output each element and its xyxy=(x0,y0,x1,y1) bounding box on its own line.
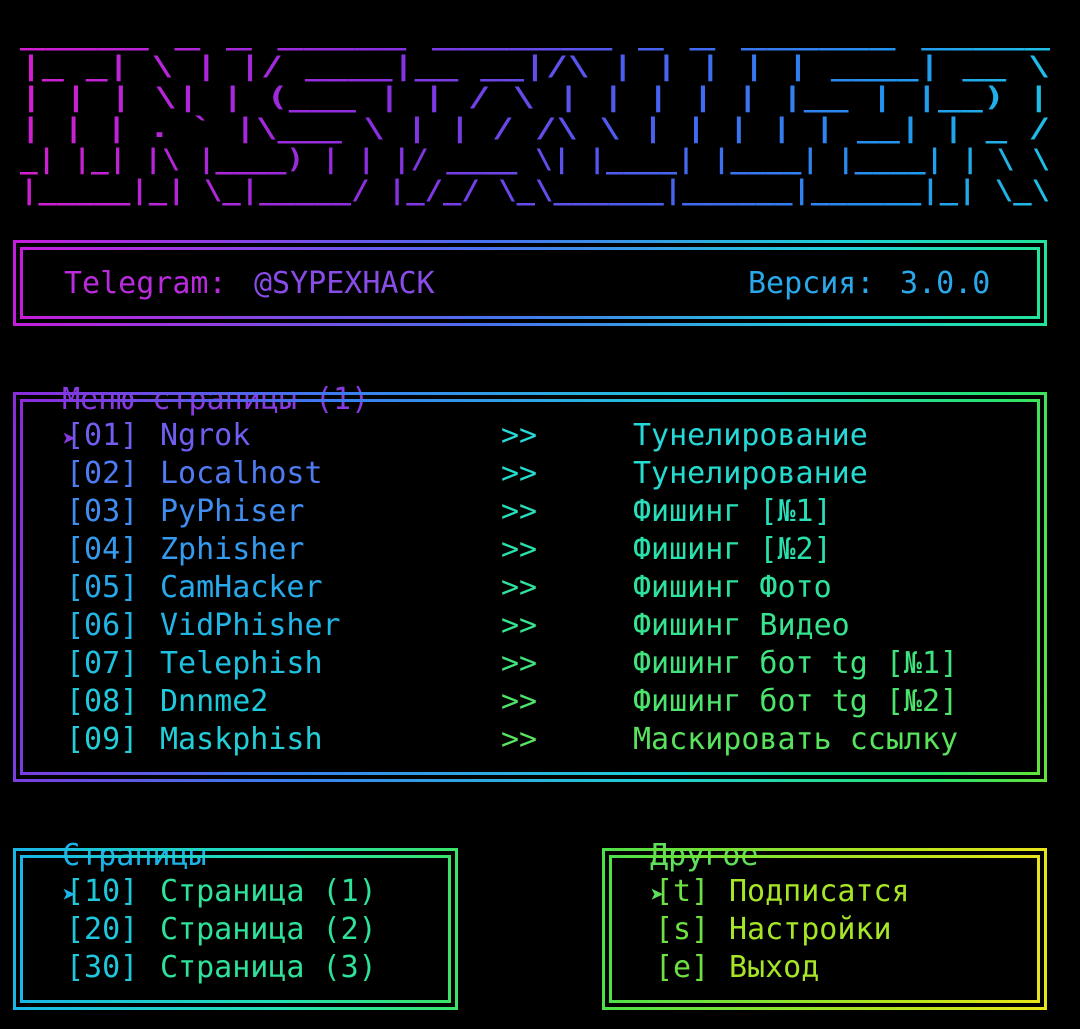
menu-item-name: Ngrok xyxy=(160,418,251,453)
menu-item-number: [05] xyxy=(66,570,139,605)
installer-banner-logo: _____ _ _ _____ _______ _ _ ______ _____… xyxy=(20,20,1051,206)
menu-item[interactable]: [07] Telephish >> Фишинг бот tg [№1] xyxy=(60,645,990,683)
menu-item-name: Maskphish xyxy=(160,722,323,757)
menu-item-number: [08] xyxy=(66,684,139,719)
other-item[interactable]: [t] Подписатся xyxy=(655,873,1015,911)
menu-item-description: Фишинг бот tg [№1] xyxy=(633,646,959,681)
page-item[interactable]: [30] Страница (3) xyxy=(66,949,426,987)
menu-item-separator: >> xyxy=(501,532,538,567)
menu-item-number: [06] xyxy=(66,608,139,643)
menu-item[interactable]: [05] CamHacker >> Фишинг Фото xyxy=(60,569,990,607)
menu-item-description: Фишинг [№2] xyxy=(633,532,832,567)
menu-item-description: Маскировать ссылку xyxy=(633,722,959,757)
other-item-label: Настройки xyxy=(729,912,892,947)
banner-line: | | | . ` |\___ \ | | / /\ \ | | | | | _… xyxy=(20,113,1050,144)
menu-item-separator: >> xyxy=(501,570,538,605)
menu-item-description: Фишинг Фото xyxy=(633,570,832,605)
menu-item[interactable]: [02] Localhost >> Тунелирование xyxy=(60,455,990,493)
menu-item-separator: >> xyxy=(501,608,538,643)
banner-line: _____ _ _ _____ _______ _ _ ______ _____ xyxy=(20,20,1051,51)
menu-item[interactable]: [09] Maskphish >> Маскировать ссылку xyxy=(60,721,990,759)
menu-item[interactable]: [03] PyPhiser >> Фишинг [№1] xyxy=(60,493,990,531)
other-item[interactable]: [e] Выход xyxy=(655,949,1015,987)
page-item-label: Страница (1) xyxy=(160,874,377,909)
page-item-number: [10] xyxy=(66,874,139,909)
menu-item-number: [04] xyxy=(66,532,139,567)
version-value: 3.0.0 xyxy=(900,266,991,301)
menu-item-description: Фишинг [№1] xyxy=(633,494,832,529)
version-label: Версия: xyxy=(748,266,875,301)
page-item[interactable]: [10] Страница (1) xyxy=(66,873,426,911)
menu-item-name: Telephish xyxy=(160,646,323,681)
other-item-key: [s] xyxy=(655,912,710,947)
menu-item-description: Фишинг бот tg [№2] xyxy=(633,684,959,719)
menu-item-name: Localhost xyxy=(160,456,323,491)
menu-item-separator: >> xyxy=(501,456,538,491)
other-item-key: [t] xyxy=(655,874,710,909)
menu-item-number: [02] xyxy=(66,456,139,491)
menu-item-number: [03] xyxy=(66,494,139,529)
menu-item-separator: >> xyxy=(501,684,538,719)
menu-item[interactable]: [08] Dnnme2 >> Фишинг бот tg [№2] xyxy=(60,683,990,721)
menu-item[interactable]: [01] Ngrok >> Тунелирование xyxy=(60,417,990,455)
page-item-label: Страница (3) xyxy=(160,950,377,985)
menu-item-name: Dnnme2 xyxy=(160,684,269,719)
telegram-label: Telegram: xyxy=(64,266,227,301)
menu-item-number: [09] xyxy=(66,722,139,757)
other-item-label: Подписатся xyxy=(729,874,910,909)
page-item-number: [30] xyxy=(66,950,139,985)
menu-item-separator: >> xyxy=(501,722,538,757)
banner-line: |_ _| \ | |/ ____|__ __|/\ | | | | | ___… xyxy=(20,51,1050,82)
menu-item-name: VidPhisher xyxy=(160,608,341,643)
menu-item-separator: >> xyxy=(501,646,538,681)
banner-line: |_____|_| \_|_____/ |_/_/ \_\______|____… xyxy=(20,175,1050,206)
banner-line: | | | \| | (___ | | / \ | | | | | |__ | … xyxy=(20,82,1050,113)
page-item[interactable]: [20] Страница (2) xyxy=(66,911,426,949)
menu-item-separator: >> xyxy=(501,418,538,453)
page-item-number: [20] xyxy=(66,912,139,947)
other-item[interactable]: [s] Настройки xyxy=(655,911,1015,949)
menu-item-name: PyPhiser xyxy=(160,494,305,529)
menu-item-name: CamHacker xyxy=(160,570,323,605)
menu-item-description: Фишинг Видео xyxy=(633,608,850,643)
menu-item-description: Тунелирование xyxy=(633,456,868,491)
menu-item-number: [07] xyxy=(66,646,139,681)
menu-item-number: [01] xyxy=(66,418,139,453)
menu-item-separator: >> xyxy=(501,494,538,529)
menu-item[interactable]: [06] VidPhisher >> Фишинг Видео xyxy=(60,607,990,645)
telegram-handle[interactable]: @SYPEXHACK xyxy=(254,265,435,303)
menu-item-description: Тунелирование xyxy=(633,418,868,453)
other-item-key: [e] xyxy=(655,950,710,985)
menu-item[interactable]: [04] Zphisher >> Фишинг [№2] xyxy=(60,531,990,569)
other-item-label: Выход xyxy=(729,950,820,985)
page-item-label: Страница (2) xyxy=(160,912,377,947)
banner-line: _| |_| |\ |____) | | |/ ____ \| |____| |… xyxy=(20,144,1050,175)
menu-item-name: Zphisher xyxy=(160,532,305,567)
